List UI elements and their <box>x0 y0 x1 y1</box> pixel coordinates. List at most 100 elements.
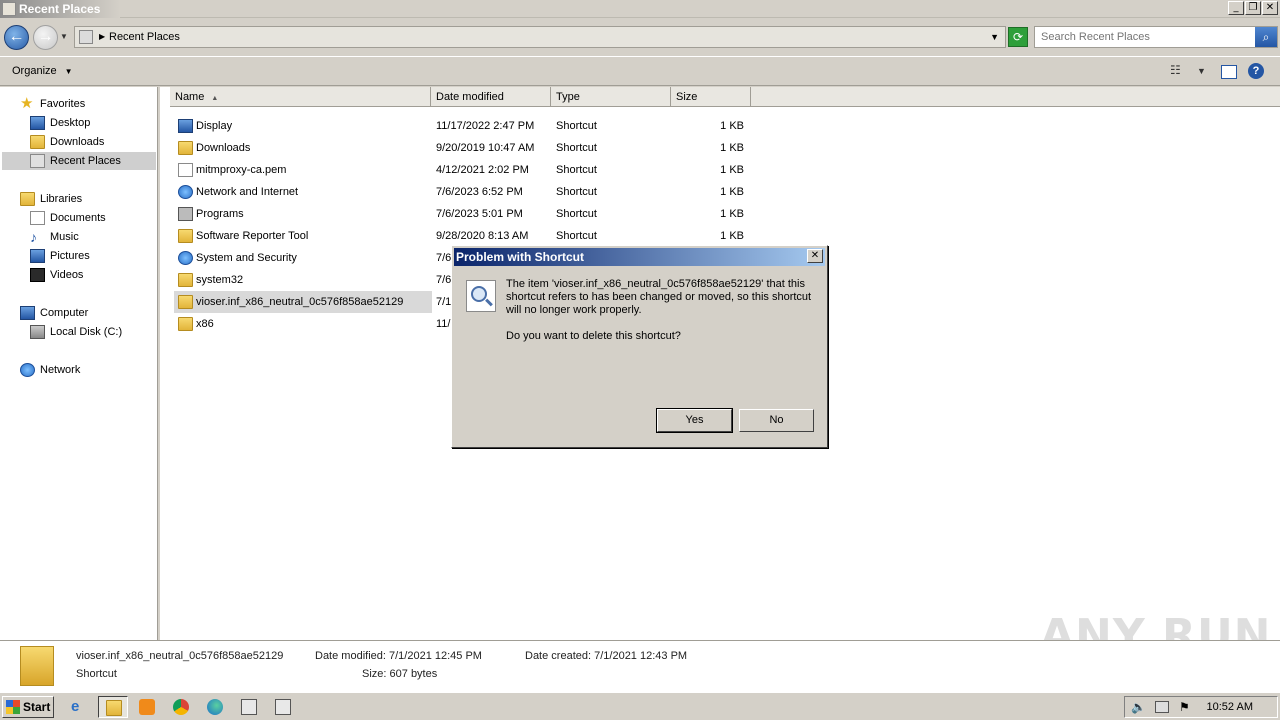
name-cell: mitmproxy-ca.pem <box>174 159 432 181</box>
dialog-question: Do you want to delete this shortcut? <box>506 330 681 342</box>
music-icon: ♪ <box>30 229 37 245</box>
edge-icon <box>207 699 223 715</box>
forward-button[interactable]: → <box>33 25 58 50</box>
window-icon <box>241 699 257 715</box>
details-modified: Date modified: 7/1/2021 12:45 PM <box>315 650 482 662</box>
dialog-title: Problem with Shortcut <box>456 250 585 264</box>
details-type: Shortcut <box>76 668 117 680</box>
help-icon[interactable]: ? <box>1248 63 1264 79</box>
navigation-pane: ★ Favorites Desktop Downloads Recent Pla… <box>0 87 158 640</box>
breadcrumb[interactable]: Recent Places <box>109 31 180 43</box>
sort-ascending-icon: ▲ <box>211 95 219 102</box>
sidebar-item-recent-places[interactable]: Recent Places <box>2 152 156 170</box>
taskbar-app-internet-explorer[interactable]: e <box>64 696 94 718</box>
taskbar-app-window-1[interactable] <box>234 696 264 718</box>
taskbar-app-window-2[interactable] <box>268 696 298 718</box>
minimize-icon[interactable]: _ <box>1228 1 1244 15</box>
taskbar-app-chrome[interactable] <box>166 696 196 718</box>
document-icon <box>178 163 193 177</box>
column-header-date[interactable]: Date modified <box>431 87 551 107</box>
column-header-name[interactable]: Name ▲ <box>170 87 431 107</box>
forward-arrow-icon: → <box>37 28 54 45</box>
taskbar-app-explorer[interactable] <box>98 696 128 718</box>
no-button[interactable]: No <box>739 409 814 432</box>
command-bar: Organize ▼ ☷ ▼ ? <box>0 56 1280 86</box>
windows-logo-icon <box>6 700 20 714</box>
organize-button[interactable]: Organize ▼ <box>12 65 73 77</box>
close-icon[interactable]: ✕ <box>1262 1 1278 15</box>
chrome-icon <box>173 699 189 715</box>
taskbar: Start e 🔈 ⚑ 10:52 AM <box>0 692 1280 720</box>
breadcrumb-arrow-icon[interactable]: ▶ <box>99 32 105 41</box>
search-icon[interactable]: ⌕ <box>1255 27 1277 47</box>
list-item[interactable]: Software Reporter Tool 9/28/2020 8:13 AM… <box>174 225 764 247</box>
address-bar-row: ← → ▼ ▶ Recent Places ▼ ⟳ ⌕ <box>0 19 1280 55</box>
clock[interactable]: 10:52 AM <box>1207 701 1253 713</box>
action-center-flag-icon[interactable]: ⚑ <box>1179 700 1190 714</box>
search-document-icon <box>466 280 496 312</box>
chevron-down-icon: ▼ <box>64 67 73 76</box>
back-button[interactable]: ← <box>4 25 29 50</box>
name-cell: vioser.inf_x86_neutral_0c576f858ae52129 <box>174 291 432 313</box>
system-tray: 🔈 ⚑ 10:52 AM <box>1124 696 1278 718</box>
start-button[interactable]: Start <box>2 696 54 718</box>
folder-icon <box>178 295 193 309</box>
refresh-button[interactable]: ⟳ <box>1008 27 1028 47</box>
name-cell: system32 <box>174 269 432 291</box>
location-icon <box>79 30 93 44</box>
address-dropdown-icon[interactable]: ▼ <box>990 32 999 42</box>
search-box[interactable]: ⌕ <box>1034 26 1278 48</box>
recent-places-icon <box>30 154 45 168</box>
address-box[interactable]: ▶ Recent Places ▼ <box>74 26 1006 48</box>
taskbar-app-media-player[interactable] <box>132 696 162 718</box>
column-header-type[interactable]: Type <box>551 87 671 107</box>
problem-with-shortcut-dialog: Problem with Shortcut ✕ The item 'vioser… <box>451 245 828 448</box>
yes-button[interactable]: Yes <box>656 408 733 433</box>
recent-pages-dropdown-icon[interactable]: ▼ <box>60 32 68 41</box>
magnifier-handle <box>485 298 493 307</box>
name-cell: x86 <box>174 313 432 335</box>
documents-icon <box>30 211 45 225</box>
folder-icon <box>178 141 193 155</box>
recent-places-icon <box>2 2 16 16</box>
name-cell: Display <box>174 115 432 137</box>
view-options-icon[interactable]: ☷ <box>1170 63 1181 79</box>
search-input[interactable] <box>1035 27 1255 47</box>
details-size: Size: 607 bytes <box>362 668 438 680</box>
taskbar-app-edge[interactable] <box>200 696 230 718</box>
list-item[interactable]: Downloads 9/20/2019 10:47 AM Shortcut 1 … <box>174 137 764 159</box>
list-item[interactable]: Network and Internet 7/6/2023 6:52 PM Sh… <box>174 181 764 203</box>
explorer-icon <box>106 700 122 716</box>
list-item[interactable]: mitmproxy-ca.pem 4/12/2021 2:02 PM Short… <box>174 159 764 181</box>
media-player-icon <box>139 699 155 715</box>
list-item[interactable]: Programs 7/6/2023 5:01 PM Shortcut 1 KB <box>174 203 764 225</box>
dialog-close-icon[interactable]: ✕ <box>807 249 823 263</box>
desktop-icon <box>30 116 45 130</box>
window-icon <box>275 699 291 715</box>
name-cell: Downloads <box>174 137 432 159</box>
pictures-icon <box>30 249 45 263</box>
column-header-size[interactable]: Size <box>671 87 751 107</box>
security-icon <box>178 251 193 265</box>
folder-icon <box>20 646 54 686</box>
computer-icon <box>20 306 35 320</box>
window-title-bar: Recent Places _ ❐ ✕ <box>0 0 1280 18</box>
network-icon <box>178 185 193 199</box>
organize-label: Organize <box>12 65 57 77</box>
maximize-icon[interactable]: ❐ <box>1245 1 1261 15</box>
videos-icon <box>30 268 45 282</box>
network-icon <box>20 363 35 377</box>
view-dropdown-icon[interactable]: ▼ <box>1197 66 1206 82</box>
volume-icon[interactable]: 🔈 <box>1131 700 1146 714</box>
window-title: Recent Places <box>19 2 101 16</box>
column-header-filler <box>751 87 1280 107</box>
details-created: Date created: 7/1/2021 12:43 PM <box>525 650 688 662</box>
preview-pane-icon[interactable] <box>1221 65 1237 79</box>
back-arrow-icon: ← <box>8 28 25 45</box>
details-name: vioser.inf_x86_neutral_0c576f858ae52129 <box>76 650 284 662</box>
star-icon: ★ <box>20 95 34 112</box>
network-tray-icon[interactable] <box>1155 701 1169 713</box>
libraries-icon <box>20 192 35 206</box>
list-item[interactable]: Display 11/17/2022 2:47 PM Shortcut 1 KB <box>174 115 764 137</box>
dialog-message: The item 'vioser.inf_x86_neutral_0c576f8… <box>506 278 812 316</box>
